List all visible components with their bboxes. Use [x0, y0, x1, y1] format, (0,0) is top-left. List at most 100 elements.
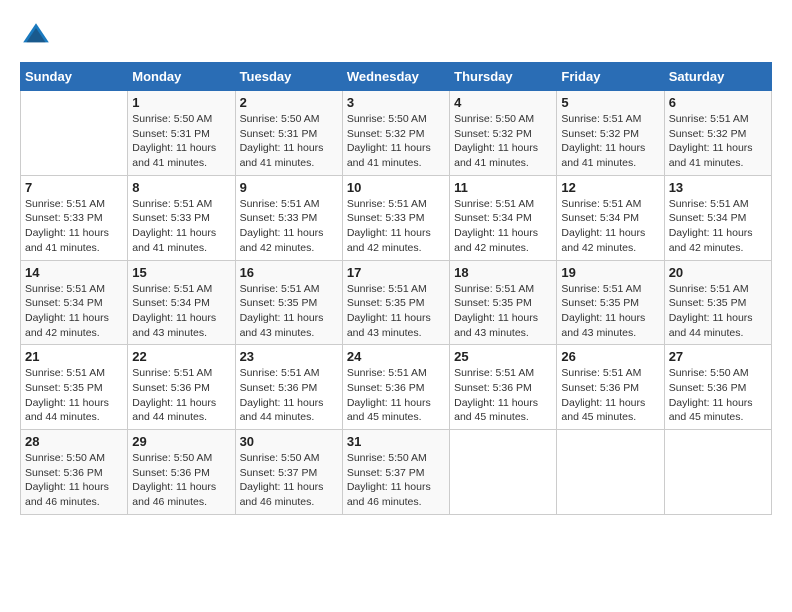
calendar-cell: 14 Sunrise: 5:51 AM Sunset: 5:34 PM Dayli… [21, 260, 128, 345]
calendar-cell: 7 Sunrise: 5:51 AM Sunset: 5:33 PM Daylig… [21, 175, 128, 260]
day-number: 15 [132, 265, 230, 280]
day-info: Sunrise: 5:51 AM Sunset: 5:34 PM Dayligh… [25, 282, 123, 341]
day-number: 28 [25, 434, 123, 449]
day-info: Sunrise: 5:50 AM Sunset: 5:36 PM Dayligh… [25, 451, 123, 510]
day-info: Sunrise: 5:50 AM Sunset: 5:32 PM Dayligh… [454, 112, 552, 171]
calendar-cell: 11Sunrise: 5:51 AM Sunset: 5:34 PM Dayli… [450, 175, 557, 260]
calendar-cell: 1 Sunrise: 5:50 AM Sunset: 5:31 PM Daylig… [128, 91, 235, 176]
day-number: 16 [240, 265, 338, 280]
calendar-cell: 18 Sunrise: 5:51 AM Sunset: 5:35 PM Dayli… [450, 260, 557, 345]
weekday-header: Friday [557, 63, 664, 91]
calendar-cell: 9 Sunrise: 5:51 AM Sunset: 5:33 PM Daylig… [235, 175, 342, 260]
calendar-cell: 19 Sunrise: 5:51 AM Sunset: 5:35 PM Dayli… [557, 260, 664, 345]
calendar-cell: 17Sunrise: 5:51 AM Sunset: 5:35 PM Dayli… [342, 260, 449, 345]
day-info: Sunrise: 5:50 AM Sunset: 5:36 PM Dayligh… [132, 451, 230, 510]
calendar-cell: 28 Sunrise: 5:50 AM Sunset: 5:36 PM Dayli… [21, 430, 128, 515]
day-number: 24 [347, 349, 445, 364]
day-number: 25 [454, 349, 552, 364]
day-number: 29 [132, 434, 230, 449]
day-info: Sunrise: 5:50 AM Sunset: 5:31 PM Dayligh… [240, 112, 338, 171]
calendar-cell: 29 Sunrise: 5:50 AM Sunset: 5:36 PM Dayli… [128, 430, 235, 515]
calendar-cell: 23 Sunrise: 5:51 AM Sunset: 5:36 PM Dayli… [235, 345, 342, 430]
day-info: Sunrise: 5:51 AM Sunset: 5:36 PM Dayligh… [132, 366, 230, 425]
calendar-cell: 3 Sunrise: 5:50 AM Sunset: 5:32 PM Daylig… [342, 91, 449, 176]
day-info: Sunrise: 5:51 AM Sunset: 5:33 PM Dayligh… [240, 197, 338, 256]
day-number: 3 [347, 95, 445, 110]
day-number: 21 [25, 349, 123, 364]
weekday-header: Sunday [21, 63, 128, 91]
day-info: Sunrise: 5:51 AM Sunset: 5:34 PM Dayligh… [132, 282, 230, 341]
day-number: 8 [132, 180, 230, 195]
logo-icon [20, 20, 52, 52]
day-number: 11 [454, 180, 552, 195]
logo [20, 20, 56, 52]
day-number: 7 [25, 180, 123, 195]
day-number: 5 [561, 95, 659, 110]
page-header [20, 20, 772, 52]
day-number: 4 [454, 95, 552, 110]
day-number: 22 [132, 349, 230, 364]
calendar-week-row: 28 Sunrise: 5:50 AM Sunset: 5:36 PM Dayli… [21, 430, 772, 515]
calendar-week-row: 1 Sunrise: 5:50 AM Sunset: 5:31 PM Daylig… [21, 91, 772, 176]
day-number: 18 [454, 265, 552, 280]
weekday-header: Monday [128, 63, 235, 91]
day-number: 27 [669, 349, 767, 364]
day-info: Sunrise: 5:51 AM Sunset: 5:36 PM Dayligh… [561, 366, 659, 425]
day-info: Sunrise: 5:51 AM Sunset: 5:34 PM Dayligh… [561, 197, 659, 256]
calendar-cell: 24Sunrise: 5:51 AM Sunset: 5:36 PM Dayli… [342, 345, 449, 430]
day-number: 30 [240, 434, 338, 449]
day-info: Sunrise: 5:51 AM Sunset: 5:33 PM Dayligh… [25, 197, 123, 256]
day-number: 2 [240, 95, 338, 110]
day-info: Sunrise: 5:50 AM Sunset: 5:32 PM Dayligh… [347, 112, 445, 171]
calendar-cell [450, 430, 557, 515]
day-info: Sunrise: 5:50 AM Sunset: 5:37 PM Dayligh… [240, 451, 338, 510]
calendar-cell [21, 91, 128, 176]
calendar-week-row: 21 Sunrise: 5:51 AM Sunset: 5:35 PM Dayli… [21, 345, 772, 430]
day-number: 10 [347, 180, 445, 195]
day-info: Sunrise: 5:51 AM Sunset: 5:34 PM Dayligh… [669, 197, 767, 256]
day-number: 23 [240, 349, 338, 364]
calendar-header-row: SundayMondayTuesdayWednesdayThursdayFrid… [21, 63, 772, 91]
calendar-cell: 26 Sunrise: 5:51 AM Sunset: 5:36 PM Dayli… [557, 345, 664, 430]
day-info: Sunrise: 5:50 AM Sunset: 5:31 PM Dayligh… [132, 112, 230, 171]
day-number: 12 [561, 180, 659, 195]
day-number: 13 [669, 180, 767, 195]
day-info: Sunrise: 5:51 AM Sunset: 5:36 PM Dayligh… [454, 366, 552, 425]
calendar-cell: 2 Sunrise: 5:50 AM Sunset: 5:31 PM Daylig… [235, 91, 342, 176]
day-info: Sunrise: 5:51 AM Sunset: 5:35 PM Dayligh… [25, 366, 123, 425]
day-number: 6 [669, 95, 767, 110]
day-number: 1 [132, 95, 230, 110]
day-info: Sunrise: 5:50 AM Sunset: 5:36 PM Dayligh… [669, 366, 767, 425]
calendar-cell: 4 Sunrise: 5:50 AM Sunset: 5:32 PM Daylig… [450, 91, 557, 176]
weekday-header: Saturday [664, 63, 771, 91]
day-number: 26 [561, 349, 659, 364]
calendar-cell: 5 Sunrise: 5:51 AM Sunset: 5:32 PM Daylig… [557, 91, 664, 176]
day-info: Sunrise: 5:51 AM Sunset: 5:33 PM Dayligh… [132, 197, 230, 256]
day-number: 17 [347, 265, 445, 280]
day-number: 20 [669, 265, 767, 280]
calendar-cell [557, 430, 664, 515]
day-number: 14 [25, 265, 123, 280]
calendar-cell: 12 Sunrise: 5:51 AM Sunset: 5:34 PM Dayli… [557, 175, 664, 260]
day-info: Sunrise: 5:51 AM Sunset: 5:35 PM Dayligh… [561, 282, 659, 341]
calendar-cell: 22 Sunrise: 5:51 AM Sunset: 5:36 PM Dayli… [128, 345, 235, 430]
calendar-cell: 25 Sunrise: 5:51 AM Sunset: 5:36 PM Dayli… [450, 345, 557, 430]
calendar-cell: 13 Sunrise: 5:51 AM Sunset: 5:34 PM Dayli… [664, 175, 771, 260]
calendar-cell: 15 Sunrise: 5:51 AM Sunset: 5:34 PM Dayli… [128, 260, 235, 345]
calendar-cell: 20Sunrise: 5:51 AM Sunset: 5:35 PM Dayli… [664, 260, 771, 345]
day-number: 9 [240, 180, 338, 195]
weekday-header: Wednesday [342, 63, 449, 91]
day-info: Sunrise: 5:51 AM Sunset: 5:33 PM Dayligh… [347, 197, 445, 256]
day-info: Sunrise: 5:51 AM Sunset: 5:36 PM Dayligh… [240, 366, 338, 425]
day-number: 19 [561, 265, 659, 280]
calendar-cell: 16 Sunrise: 5:51 AM Sunset: 5:35 PM Dayli… [235, 260, 342, 345]
day-info: Sunrise: 5:51 AM Sunset: 5:35 PM Dayligh… [240, 282, 338, 341]
day-info: Sunrise: 5:51 AM Sunset: 5:35 PM Dayligh… [454, 282, 552, 341]
day-info: Sunrise: 5:51 AM Sunset: 5:32 PM Dayligh… [561, 112, 659, 171]
calendar-cell: 8 Sunrise: 5:51 AM Sunset: 5:33 PM Daylig… [128, 175, 235, 260]
day-info: Sunrise: 5:51 AM Sunset: 5:32 PM Dayligh… [669, 112, 767, 171]
day-number: 31 [347, 434, 445, 449]
calendar-week-row: 7 Sunrise: 5:51 AM Sunset: 5:33 PM Daylig… [21, 175, 772, 260]
calendar-cell: 21 Sunrise: 5:51 AM Sunset: 5:35 PM Dayli… [21, 345, 128, 430]
day-info: Sunrise: 5:50 AM Sunset: 5:37 PM Dayligh… [347, 451, 445, 510]
